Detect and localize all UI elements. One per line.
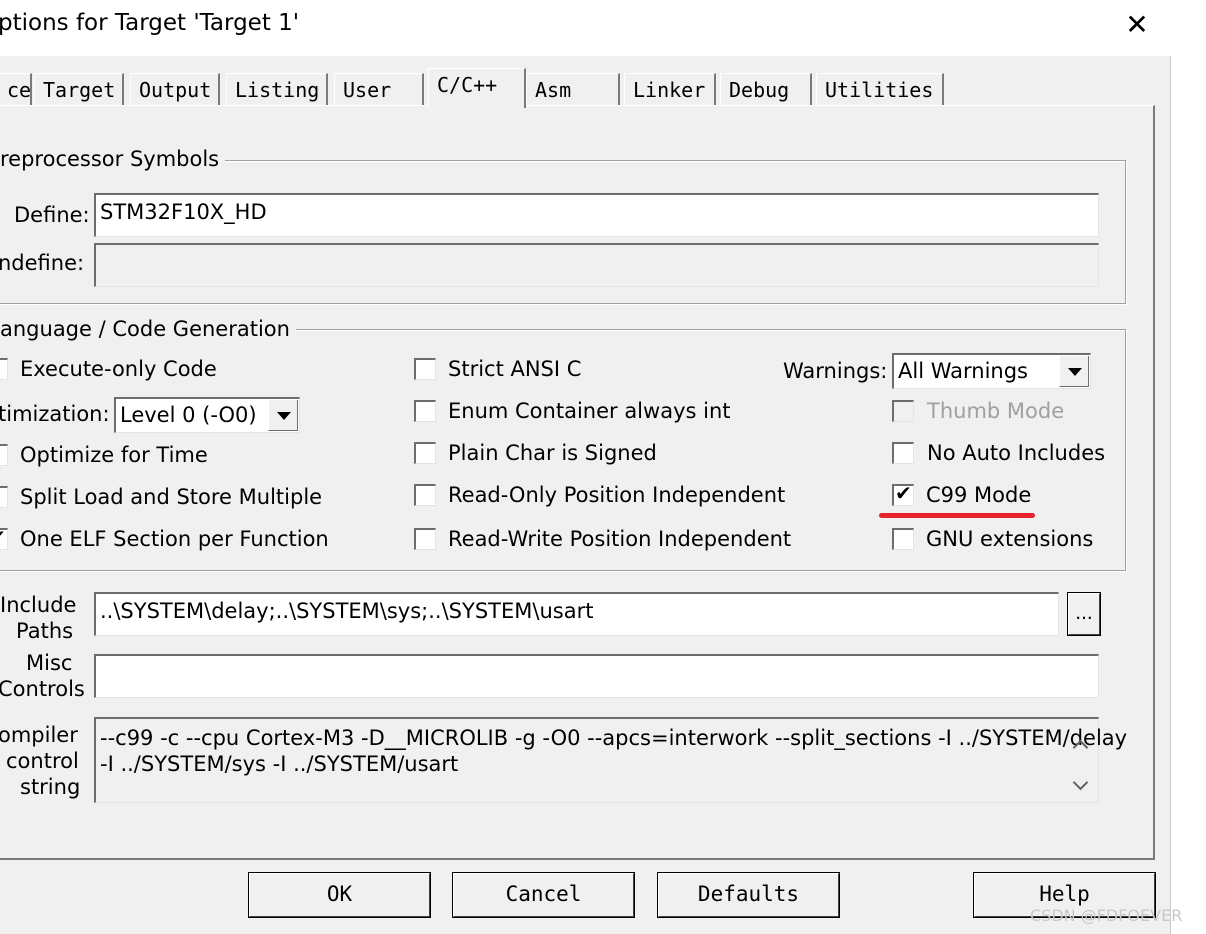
thumb-mode-label: Thumb Mode: [927, 399, 1065, 423]
strict-ansi-checkbox[interactable]: [414, 358, 436, 380]
tab-debug[interactable]: Debug: [720, 73, 812, 105]
c99-mode-checkbox[interactable]: ✔: [892, 481, 914, 506]
optimization-select[interactable]: Level 0 (-O0): [114, 397, 300, 433]
tab-device[interactable]: ce: [0, 73, 32, 105]
ro-pi-label: Read-Only Position Independent: [448, 483, 786, 507]
one-elf-label: One ELF Section per Function: [20, 527, 329, 551]
warnings-value: All Warnings: [898, 359, 1028, 383]
chevron-down-icon[interactable]: [268, 400, 298, 431]
cancel-button[interactable]: Cancel: [452, 872, 635, 918]
optimization-value: Level 0 (-O0): [120, 403, 257, 427]
misc-label-line2: Controls: [0, 677, 85, 701]
ok-label: OK: [326, 882, 353, 906]
rw-pi-checkbox[interactable]: [414, 528, 436, 550]
tab-asm[interactable]: Asm: [526, 73, 620, 105]
warnings-select[interactable]: All Warnings: [892, 353, 1091, 389]
optimization-label: timization:: [0, 402, 110, 426]
compiler-line-2: -I ../SYSTEM/sys -I ../SYSTEM/usart: [100, 752, 459, 776]
tab-listing[interactable]: Listing: [226, 73, 328, 105]
compiler-line-1: --c99 -c --cpu Cortex-M3 -D__MICROLIB -g…: [100, 726, 1128, 750]
no-auto-includes-checkbox[interactable]: [892, 442, 914, 464]
execute-only-label: Execute-only Code: [20, 357, 217, 381]
checkmark-icon: ✔: [0, 524, 6, 550]
c99-mode-label: C99 Mode: [926, 483, 1032, 507]
tab-utilities[interactable]: Utilities: [816, 73, 944, 105]
chevron-down-icon[interactable]: [1059, 356, 1089, 387]
browse-button[interactable]: ...: [1067, 592, 1101, 636]
gnu-extensions-checkbox[interactable]: [892, 528, 914, 550]
gnu-extensions-label: GNU extensions: [926, 527, 1094, 551]
execute-only-checkbox[interactable]: [0, 358, 8, 380]
undefine-label: ndefine:: [0, 251, 85, 275]
one-elf-checkbox[interactable]: ✔: [0, 525, 8, 550]
enum-container-checkbox[interactable]: [414, 400, 436, 422]
define-label: Define:: [14, 203, 90, 227]
close-icon[interactable]: ✕: [1122, 6, 1152, 44]
plain-char-label: Plain Char is Signed: [448, 441, 657, 465]
warnings-label: Warnings:: [783, 359, 888, 383]
help-label: Help: [1039, 882, 1090, 906]
enum-container-label: Enum Container always int: [448, 399, 731, 423]
misc-label-line1: Misc: [26, 651, 73, 675]
rw-pi-label: Read-Write Position Independent: [448, 527, 792, 551]
preprocessor-legend: reprocessor Symbols: [0, 147, 226, 171]
ok-button[interactable]: OK: [248, 872, 431, 918]
tab-target[interactable]: Target: [34, 73, 124, 105]
include-label-line2: Paths: [16, 619, 74, 643]
tab-c-cpp[interactable]: C/C++: [428, 68, 526, 108]
split-load-label: Split Load and Store Multiple: [20, 485, 323, 509]
misc-controls-input[interactable]: [94, 654, 1099, 698]
ro-pi-checkbox[interactable]: [414, 484, 436, 506]
tab-linker[interactable]: Linker: [624, 73, 716, 105]
thumb-mode-checkbox: [892, 400, 914, 422]
compiler-label-line1: ompiler: [0, 723, 78, 747]
tab-user[interactable]: User: [334, 73, 424, 105]
optimize-time-checkbox[interactable]: [0, 444, 8, 466]
compiler-control-string: --c99 -c --cpu Cortex-M3 -D__MICROLIB -g…: [94, 717, 1128, 803]
optimize-time-label: Optimize for Time: [20, 443, 208, 467]
cancel-label: Cancel: [505, 882, 582, 906]
scroll-down-icon[interactable]: [1070, 775, 1090, 795]
split-load-checkbox[interactable]: [0, 486, 8, 508]
checkmark-icon: ✔: [895, 481, 912, 505]
window-title: ptions for Target 'Target 1': [0, 10, 300, 36]
browse-label: ...: [1075, 601, 1093, 624]
scroll-up-icon[interactable]: [1070, 733, 1090, 753]
define-input[interactable]: STM32F10X_HD: [94, 193, 1099, 237]
include-paths-input[interactable]: ..\SYSTEM\delay;..\SYSTEM\sys;..\SYSTEM\…: [94, 592, 1059, 636]
include-label-line1: Include: [0, 593, 77, 617]
language-legend: anguage / Code Generation: [0, 317, 296, 341]
watermark: CSDN @FDFOEVER: [1030, 906, 1183, 925]
compiler-label-line2: control: [6, 749, 79, 773]
desktop-background: [1171, 0, 1206, 934]
defaults-label: Defaults: [697, 882, 800, 906]
undefine-input[interactable]: [94, 243, 1099, 287]
no-auto-includes-label: No Auto Includes: [927, 441, 1106, 465]
plain-char-checkbox[interactable]: [414, 442, 436, 464]
compiler-label-line3: string: [20, 775, 81, 799]
defaults-button[interactable]: Defaults: [657, 872, 840, 918]
tab-output[interactable]: Output: [130, 73, 220, 105]
strict-ansi-label: Strict ANSI C: [448, 357, 582, 381]
highlight-underline: [879, 513, 1035, 518]
